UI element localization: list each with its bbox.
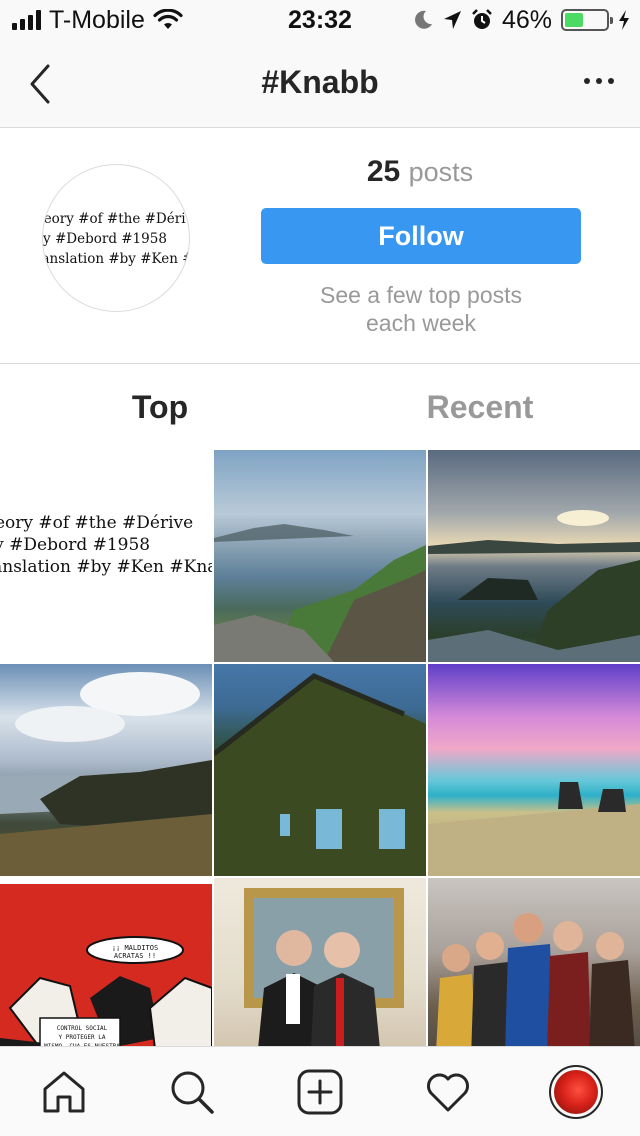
rocky-shore-photo — [0, 672, 212, 876]
follow-hint: See a few top posts each week — [260, 281, 582, 337]
page-title: #Knabb — [261, 64, 379, 100]
post-thumbnail[interactable] — [428, 664, 640, 876]
post-text-line: ranslation #by #Ken #Kna — [0, 557, 212, 577]
stone-house-photo — [214, 673, 426, 876]
feed-tabs: Top Recent — [0, 364, 640, 450]
hashtag-header: heory #of #the #Dérive ay #Debord #1958 … — [0, 129, 640, 364]
avatar-text-line: heory #of #the #Dérive — [43, 211, 189, 227]
comic-caption-line: Y PROTEGER LA — [58, 1034, 106, 1041]
post-text-line: ay #Debord #1958 — [0, 535, 151, 555]
search-icon[interactable] — [164, 1064, 220, 1120]
avatar-text-line: ranslation #by #Ken #Kna — [42, 251, 189, 267]
post-thumbnail[interactable] — [428, 450, 640, 662]
home-icon[interactable] — [36, 1064, 92, 1120]
battery-percent: 46% — [501, 5, 552, 34]
more-horizontal-icon[interactable] — [584, 78, 614, 84]
post-count-label: posts — [408, 157, 474, 187]
follow-hint-line: each week — [366, 310, 476, 336]
status-bar: T-Mobile 23:32 46% — [0, 0, 640, 40]
bottom-tab-bar — [0, 1046, 640, 1136]
profile-avatar[interactable] — [548, 1064, 604, 1120]
battery-icon — [561, 9, 613, 31]
post-thumbnail[interactable] — [214, 664, 426, 876]
beach-deck-photo — [428, 782, 640, 876]
post-thumbnail[interactable] — [214, 450, 426, 662]
tab-top[interactable]: Top — [0, 364, 320, 450]
tab-recent[interactable]: Recent — [320, 364, 640, 450]
avatar-text-line: ay #Debord #1958 — [42, 231, 167, 247]
alarm-icon — [472, 9, 492, 29]
battery-fill — [565, 13, 584, 27]
post-thumbnail[interactable]: heory #of #the #Dérive ay #Debord #1958 … — [0, 450, 212, 662]
follow-button[interactable]: Follow — [261, 208, 581, 264]
coastal-cliff-photo — [214, 524, 426, 662]
post-text-line: heory #of #the #Dérive — [0, 513, 194, 533]
post-thumbnail[interactable] — [0, 664, 212, 876]
add-post-icon[interactable] — [292, 1064, 348, 1120]
moon-icon — [415, 10, 432, 29]
sunset-bay-photo — [428, 510, 640, 662]
post-count-number: 25 — [366, 155, 401, 188]
charging-icon — [619, 10, 629, 30]
post-grid: heory #of #the #Dérive ay #Debord #1958 … — [0, 450, 640, 1090]
hashtag-avatar: heory #of #the #Dérive ay #Debord #1958 … — [42, 164, 190, 312]
heart-icon[interactable] — [420, 1064, 476, 1120]
comic-speech-bubble: ¡¡ MALDITOS ACRATAS !! — [111, 944, 159, 960]
follow-hint-line: See a few top posts — [319, 282, 522, 308]
location-arrow-icon — [443, 11, 461, 29]
nav-bar: #Knabb — [0, 40, 640, 128]
post-count: 25 posts — [260, 155, 580, 189]
comic-caption-line: CONTROL SOCIAL — [56, 1025, 108, 1032]
